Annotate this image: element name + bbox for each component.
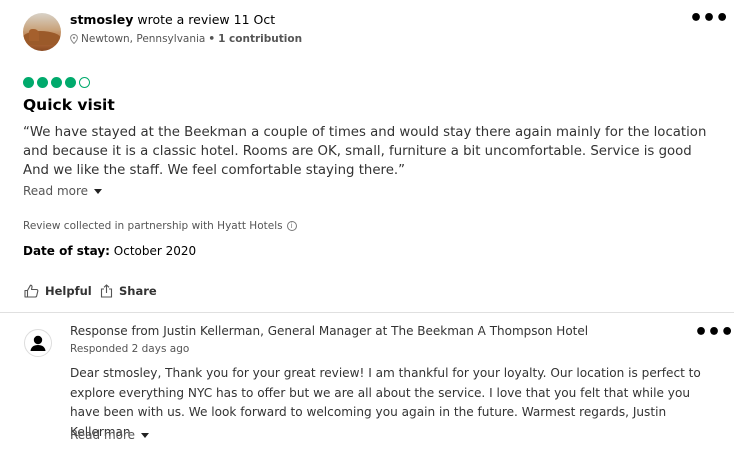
location-pin-icon	[70, 34, 78, 44]
response-read-more-label: Read more	[70, 428, 136, 442]
review-collected-note: Review collected in partnership with Hya…	[23, 220, 297, 232]
rating-bubbles	[23, 77, 90, 88]
date-of-stay-label: Date of stay:	[23, 244, 110, 258]
responder-avatar	[24, 329, 52, 357]
rating-bubble-filled	[37, 77, 48, 88]
section-divider	[0, 312, 734, 313]
review-author-line: stmosley wrote a review 11 Oct	[70, 12, 275, 27]
share-icon	[100, 284, 113, 298]
reviewer-meta: Newtown, Pennsylvania • 1 contribution	[70, 33, 302, 45]
response-more-options-icon[interactable]: •••	[694, 322, 734, 344]
read-more-button[interactable]: Read more	[23, 184, 103, 198]
rating-bubble-filled	[23, 77, 34, 88]
response-body: Dear stmosley, Thank you for your great …	[70, 366, 701, 439]
read-more-label: Read more	[23, 184, 89, 198]
info-icon[interactable]: i	[286, 221, 297, 231]
response-header: Response from Justin Kellerman, General …	[70, 324, 589, 338]
share-button[interactable]: Share	[100, 284, 157, 298]
rating-bubble-filled	[51, 77, 62, 88]
person-icon	[30, 335, 46, 351]
meta-separator: •	[208, 33, 216, 45]
helpful-button[interactable]: Helpful	[24, 284, 92, 298]
share-label: Share	[119, 284, 157, 298]
chevron-down-icon	[94, 188, 103, 194]
review-body: “We have stayed at the Beekman a couple …	[23, 125, 707, 178]
thumbs-up-icon	[24, 284, 39, 298]
reviewer-avatar[interactable]	[23, 13, 61, 51]
more-options-icon[interactable]: •••	[689, 8, 729, 30]
response-read-more-button[interactable]: Read more	[70, 428, 150, 442]
collected-note-text: Review collected in partnership with Hya…	[23, 220, 283, 232]
date-of-stay-value: October 2020	[109, 244, 197, 258]
review-title[interactable]: Quick visit	[23, 96, 115, 114]
helpful-label: Helpful	[45, 284, 92, 298]
chevron-down-icon	[141, 432, 150, 438]
rating-bubble-empty	[79, 77, 90, 88]
response-date: Responded 2 days ago	[70, 343, 190, 355]
reviewer-contributions: 1 contribution	[218, 33, 303, 45]
review-action-text: wrote a review 11 Oct	[133, 12, 276, 27]
date-of-stay: Date of stay: October 2020	[23, 244, 196, 258]
reviewer-username[interactable]: stmosley	[70, 12, 133, 27]
rating-bubble-filled	[65, 77, 76, 88]
reviewer-location: Newtown, Pennsylvania	[81, 33, 206, 45]
